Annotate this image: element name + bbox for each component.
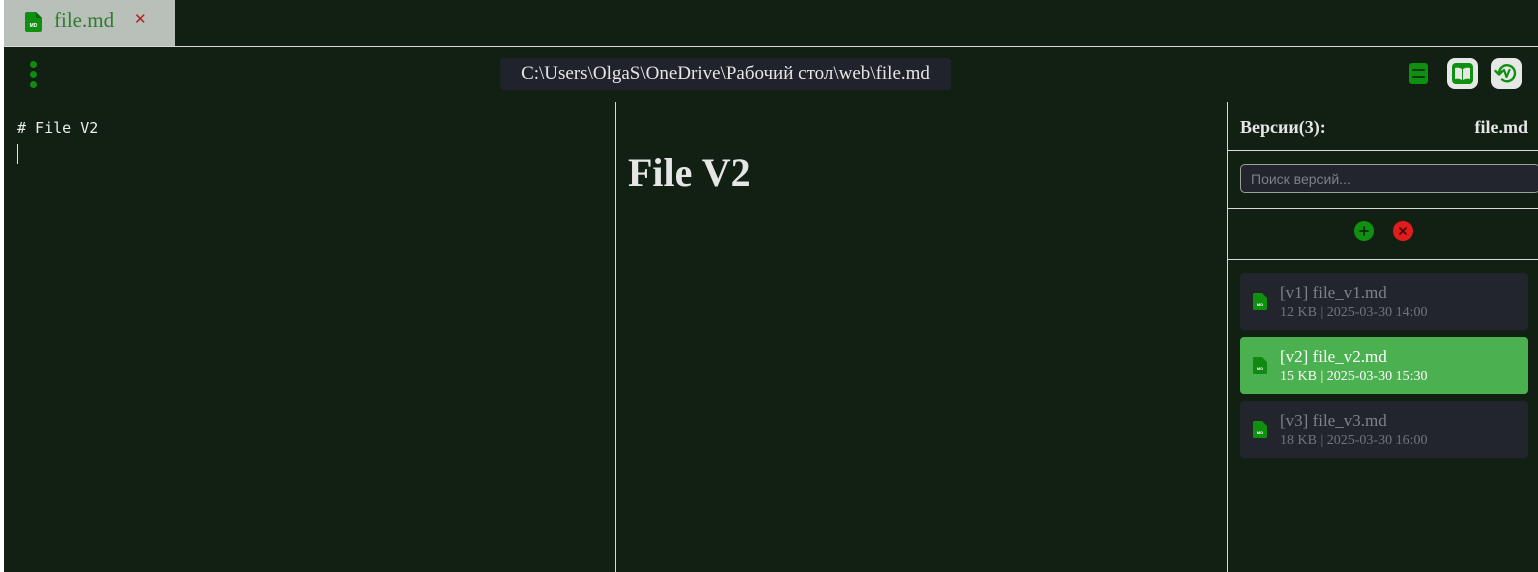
version-meta: 15 KB | 2025-03-30 15:30 bbox=[1280, 369, 1428, 384]
tab-bar: MD file.md ✕ bbox=[4, 0, 1538, 47]
preview-heading: File V2 bbox=[628, 150, 751, 195]
app-window: MD file.md ✕ C:\Users\OlgaS\OneDrive\Раб… bbox=[4, 0, 1538, 572]
markdown-file-icon: MD bbox=[1253, 421, 1267, 438]
markdown-file-icon: MD bbox=[1253, 293, 1267, 310]
versions-search-bar bbox=[1228, 151, 1538, 209]
tab-close-button[interactable]: ✕ bbox=[134, 10, 147, 28]
version-item-v2[interactable]: MD [v2] file_v2.md 15 KB | 2025-03-30 15… bbox=[1240, 337, 1528, 394]
tab-label: file.md bbox=[54, 8, 115, 32]
versions-list: MD [v1] file_v1.md 12 KB | 2025-03-30 14… bbox=[1240, 273, 1528, 465]
version-history-button[interactable] bbox=[1491, 58, 1522, 89]
svg-text:MD: MD bbox=[1257, 302, 1263, 307]
versions-panel: Версии(3): file.md MD bbox=[1228, 102, 1538, 572]
versions-title: Версии(3): bbox=[1240, 117, 1326, 137]
version-item-v3[interactable]: MD [v3] file_v3.md 18 KB | 2025-03-30 16… bbox=[1240, 401, 1528, 458]
history-icon bbox=[1494, 64, 1517, 83]
preview-toggle-button[interactable] bbox=[1447, 58, 1478, 89]
markdown-file-icon: MD bbox=[1253, 357, 1267, 374]
more-vertical-icon[interactable] bbox=[28, 61, 38, 89]
versions-header: Версии(3): file.md bbox=[1228, 102, 1538, 151]
text-caret bbox=[17, 144, 18, 164]
versions-search-input[interactable] bbox=[1240, 164, 1538, 193]
file-path: C:\Users\OlgaS\OneDrive\Рабочий стол\web… bbox=[500, 58, 951, 90]
plus-icon bbox=[1359, 226, 1369, 236]
version-name: [v3] file_v3.md bbox=[1280, 411, 1387, 430]
editor-content[interactable]: # File V2 bbox=[17, 119, 98, 137]
markdown-editor[interactable]: # File V2 bbox=[4, 102, 616, 572]
svg-text:MD: MD bbox=[30, 23, 38, 29]
version-item-v1[interactable]: MD [v1] file_v1.md 12 KB | 2025-03-30 14… bbox=[1240, 273, 1528, 330]
version-name: [v2] file_v2.md bbox=[1280, 347, 1387, 366]
storage-icon bbox=[1409, 63, 1428, 84]
add-version-button[interactable] bbox=[1354, 221, 1374, 241]
delete-version-button[interactable] bbox=[1393, 221, 1413, 241]
version-name: [v1] file_v1.md bbox=[1280, 283, 1387, 302]
storage-button[interactable] bbox=[1403, 58, 1434, 89]
svg-text:MD: MD bbox=[1257, 430, 1263, 435]
close-icon bbox=[1399, 227, 1407, 235]
versions-actions bbox=[1228, 209, 1538, 260]
tab-file[interactable]: MD file.md ✕ bbox=[4, 0, 175, 46]
markdown-file-icon: MD bbox=[25, 12, 42, 32]
versions-file-name: file.md bbox=[1474, 117, 1529, 137]
version-meta: 12 KB | 2025-03-30 14:00 bbox=[1280, 305, 1428, 320]
svg-text:MD: MD bbox=[1257, 366, 1263, 371]
version-meta: 18 KB | 2025-03-30 16:00 bbox=[1280, 433, 1428, 448]
markdown-preview: File V2 bbox=[616, 102, 1228, 572]
book-icon bbox=[1452, 63, 1473, 84]
